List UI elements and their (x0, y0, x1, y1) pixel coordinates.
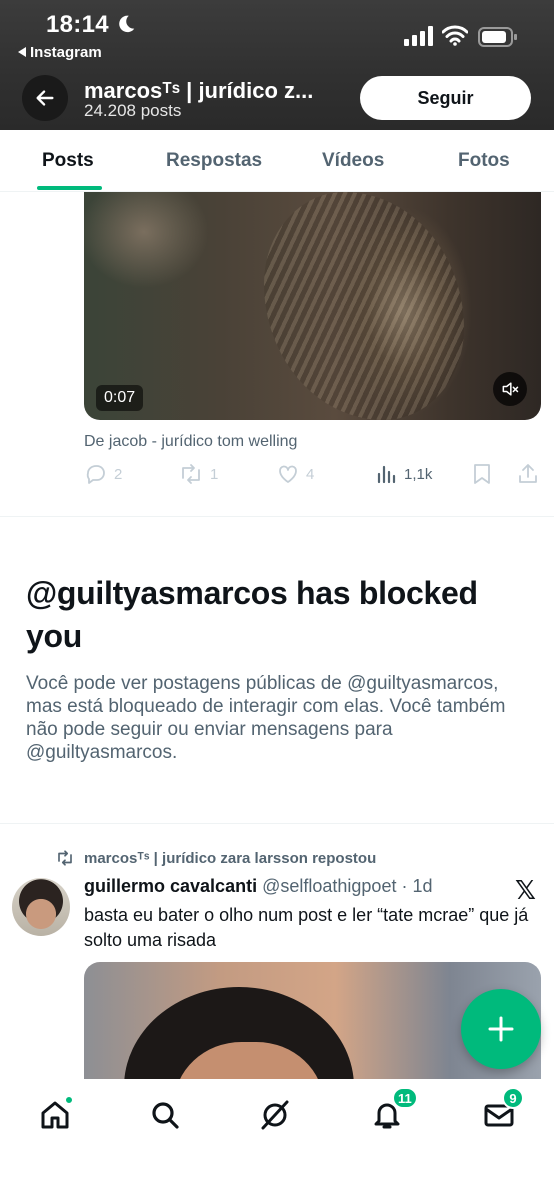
share-button[interactable] (516, 462, 540, 486)
moon-icon (119, 15, 135, 33)
repost-icon (58, 850, 72, 866)
like-count: 4 (306, 465, 315, 483)
nav-grok[interactable] (250, 1093, 300, 1137)
back-button[interactable] (22, 75, 68, 121)
views-chart-icon (377, 465, 396, 484)
plus-icon (488, 1016, 514, 1042)
nav-messages[interactable]: 9 (474, 1087, 524, 1137)
views-button[interactable]: 1,1k (374, 462, 432, 486)
top-header: 18:14 Instagram marcosᵀˢ | jurídico z...… (0, 0, 554, 130)
nav-home[interactable] (30, 1093, 80, 1137)
follow-button[interactable]: Seguir (360, 76, 531, 120)
share-icon (519, 464, 537, 483)
bottom-nav: 11 9 (0, 1079, 554, 1199)
repost-attribution[interactable]: marcosᵀˢ | jurídico zara larsson reposto… (54, 849, 376, 867)
arrow-left-icon (36, 90, 54, 106)
messages-badge: 9 (502, 1087, 524, 1109)
video-texture (264, 192, 464, 420)
like-button[interactable]: 4 (276, 462, 314, 486)
post-actions: 2 1 4 1,1k (84, 462, 544, 492)
compose-button[interactable] (461, 989, 541, 1069)
volume-muted-icon (502, 382, 519, 396)
tab-videos[interactable]: Vídeos (322, 150, 384, 172)
heart-icon (279, 465, 297, 483)
post-time: · 1d (401, 876, 433, 896)
blocked-title: @guiltyasmarcos has blocked you (26, 575, 478, 654)
video-duration: 0:07 (96, 385, 144, 411)
reply-count: 2 (114, 465, 123, 483)
battery-icon (478, 27, 517, 47)
posts-count: 24.208 posts (84, 101, 182, 120)
repost-icon (182, 464, 200, 484)
bookmark-button[interactable] (471, 462, 493, 486)
grok-icon (261, 1100, 289, 1130)
x-logo-icon: 𝕏 (515, 876, 536, 906)
status-time: 18:14 (46, 11, 109, 38)
view-count: 1,1k (404, 465, 433, 483)
nav-search[interactable] (140, 1093, 190, 1137)
author-handle[interactable]: @selfloathigpoet (262, 876, 396, 896)
post-header: guillermo cavalcanti @selfloathigpoet · … (84, 876, 433, 897)
divider (0, 823, 554, 824)
author-name[interactable]: guillermo cavalcanti (84, 876, 257, 896)
mute-button[interactable] (493, 372, 527, 406)
back-to-app-link[interactable]: Instagram (18, 44, 102, 61)
reply-icon (86, 465, 105, 484)
divider (0, 516, 554, 517)
notifications-badge: 11 (392, 1087, 418, 1109)
cellular-signal-icon (404, 26, 433, 46)
bookmark-icon (474, 464, 490, 484)
nav-notifications[interactable]: 11 (362, 1087, 418, 1137)
video-thumbnail[interactable] (84, 192, 541, 420)
video-credit: De jacob - jurídico tom welling (84, 433, 298, 450)
tab-respostas[interactable]: Respostas (166, 150, 262, 172)
tab-fotos[interactable]: Fotos (458, 150, 510, 172)
reply-button[interactable]: 2 (84, 462, 122, 486)
active-tab-indicator (37, 186, 102, 190)
back-app-label: Instagram (30, 44, 102, 61)
tab-posts[interactable]: Posts (42, 150, 94, 172)
profile-tabs: Posts Respostas Vídeos Fotos (0, 130, 554, 192)
repost-count: 1 (210, 465, 219, 483)
repost-attribution-label: marcosᵀˢ | jurídico zara larsson reposto… (84, 849, 377, 867)
home-unread-dot (64, 1095, 74, 1105)
blocked-description: Você pode ver postagens públicas de @gui… (26, 673, 506, 763)
back-triangle-icon (18, 47, 26, 57)
search-icon (152, 1102, 179, 1129)
avatar[interactable] (12, 878, 70, 936)
post-text: basta eu bater o olho num post e ler “ta… (84, 905, 529, 950)
repost-button[interactable]: 1 (178, 462, 218, 486)
wifi-icon (442, 25, 468, 46)
